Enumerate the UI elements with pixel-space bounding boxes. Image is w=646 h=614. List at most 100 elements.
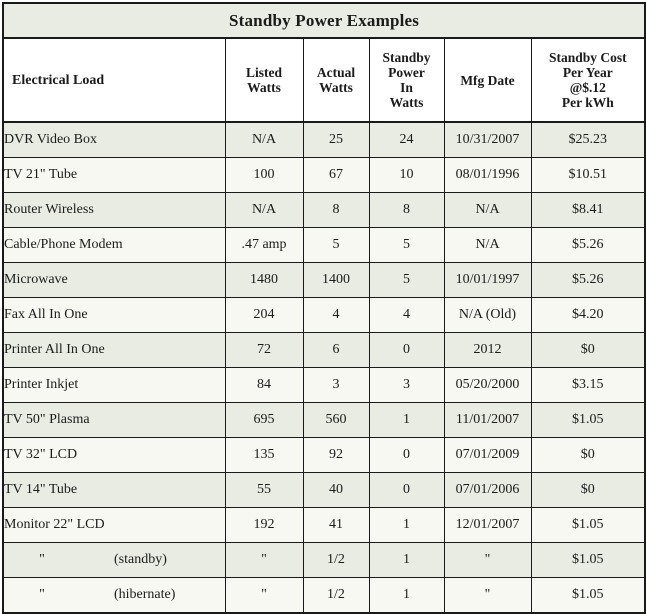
cell-mfg-date: ": [443, 577, 532, 614]
cell-mfg-date: 07/01/2009: [443, 437, 532, 473]
column-header-line: Standby Cost: [548, 50, 627, 65]
table-row: Printer Inkjet 84 3 3 05/20/2000 $3.15: [2, 367, 646, 403]
table-row: Router Wireless N/A 8 8 N/A $8.41: [2, 192, 646, 228]
column-header-label: Mfg Date: [445, 73, 531, 88]
cell-standby-cost: $1.05: [530, 507, 646, 543]
cell-electrical-load: TV 32" LCD: [2, 437, 226, 473]
cell-listed-watts: 55: [224, 472, 304, 508]
column-header-label: Actual Watts: [304, 65, 369, 95]
cell-mfg-date: 05/20/2000: [443, 367, 532, 403]
cell-mfg-date: N/A (Old): [443, 297, 532, 333]
cell-listed-watts: 695: [224, 402, 304, 438]
table-row: " (standby) " 1/2 1 " $1.05: [2, 542, 646, 578]
cell-listed-watts: ": [224, 542, 304, 578]
table-row: Printer All In One 72 6 0 2012 $0: [2, 332, 646, 368]
cell-standby-cost: $1.05: [530, 542, 646, 578]
cell-standby-power: 3: [368, 367, 445, 403]
cell-actual-watts: 6: [302, 332, 370, 368]
column-header-actual: Actual Watts: [302, 37, 370, 123]
column-header-listed: Listed Watts: [224, 37, 304, 123]
cell-actual-watts: 560: [302, 402, 370, 438]
column-header-line: Per kWh: [561, 95, 614, 110]
cell-listed-watts: ": [224, 577, 304, 614]
cell-standby-cost: $0: [530, 332, 646, 368]
cell-standby-cost: $5.26: [530, 227, 646, 263]
cell-listed-watts: .47 amp: [224, 227, 304, 263]
column-header-line: In: [400, 80, 413, 95]
load-note: (hibernate): [114, 587, 176, 602]
cell-mfg-date: 12/01/2007: [443, 507, 532, 543]
table-row: Cable/Phone Modem .47 amp 5 5 N/A $5.26: [2, 227, 646, 263]
cell-mfg-date: 07/01/2006: [443, 472, 532, 508]
cell-standby-power: 1: [368, 542, 445, 578]
cell-electrical-load: DVR Video Box: [2, 121, 226, 158]
table-title: Standby Power Examples: [2, 2, 646, 39]
column-header-line: Mfg Date: [460, 72, 515, 88]
cell-electrical-load: " (standby): [2, 542, 226, 578]
cell-standby-power: 0: [368, 437, 445, 473]
cell-listed-watts: 135: [224, 437, 304, 473]
cell-electrical-load: TV 14" Tube: [2, 472, 226, 508]
table-body: Standby Power Examples Electrical Load Lis…: [2, 2, 646, 614]
table-row: Monitor 22" LCD 192 41 1 12/01/2007 $1.05: [2, 507, 646, 543]
cell-electrical-load: Printer Inkjet: [2, 367, 226, 403]
table-header-row: Electrical Load Listed Watts Actual Watts Sta…: [2, 37, 646, 123]
column-header-label: Listed Watts: [226, 65, 303, 95]
cell-mfg-date: N/A: [443, 192, 532, 228]
cell-electrical-load: Printer All In One: [2, 332, 226, 368]
ditto-mark: ": [39, 552, 45, 567]
cell-standby-power: 24: [368, 121, 445, 158]
cell-standby-power: 1: [368, 507, 445, 543]
cell-listed-watts: 100: [224, 157, 304, 193]
cell-electrical-load: Fax All In One: [2, 297, 226, 333]
cell-standby-cost: $0: [530, 437, 646, 473]
cell-electrical-load: " (hibernate): [2, 577, 226, 614]
cell-electrical-load: Monitor 22" LCD: [2, 507, 226, 543]
cell-standby-power: 1: [368, 577, 445, 614]
cell-actual-watts: 5: [302, 227, 370, 263]
table-row: Fax All In One 204 4 4 N/A (Old) $4.20: [2, 297, 646, 333]
cell-standby-cost: $3.15: [530, 367, 646, 403]
column-header-line: Watts: [389, 95, 424, 110]
cell-listed-watts: 84: [224, 367, 304, 403]
cell-actual-watts: 41: [302, 507, 370, 543]
cell-actual-watts: 1/2: [302, 542, 370, 578]
cell-listed-watts: 192: [224, 507, 304, 543]
cell-standby-power: 10: [368, 157, 445, 193]
cell-mfg-date: 2012: [443, 332, 532, 368]
cell-actual-watts: 4: [302, 297, 370, 333]
cell-actual-watts: 25: [302, 121, 370, 158]
table-row: TV 14" Tube 55 40 0 07/01/2006 $0: [2, 472, 646, 508]
table-row: TV 32" LCD 135 92 0 07/01/2009 $0: [2, 437, 646, 473]
cell-electrical-load: Cable/Phone Modem: [2, 227, 226, 263]
column-header-label: Electrical Load: [12, 73, 225, 88]
column-header-line: Standby: [382, 50, 431, 65]
cell-standby-power: 8: [368, 192, 445, 228]
column-header-label: Standby Cost Per Year @$.12 Per kWh: [532, 50, 645, 110]
table-row: TV 50" Plasma 695 560 1 11/01/2007 $1.05: [2, 402, 646, 438]
cell-standby-power: 0: [368, 472, 445, 508]
table-row: DVR Video Box N/A 25 24 10/31/2007 $25.23: [2, 121, 646, 158]
cell-listed-watts: N/A: [224, 192, 304, 228]
ditto-mark: ": [39, 587, 45, 602]
column-header-line: Per Year: [562, 65, 613, 80]
table-row: Microwave 1480 1400 5 10/01/1997 $5.26: [2, 262, 646, 298]
column-header-line: Actual: [316, 65, 356, 80]
column-header-label: Standby Power In Watts: [370, 50, 444, 110]
cell-standby-cost: $0: [530, 472, 646, 508]
cell-standby-power: 5: [368, 227, 445, 263]
cell-electrical-load: TV 50" Plasma: [2, 402, 226, 438]
cell-actual-watts: 40: [302, 472, 370, 508]
column-header-line: Watts: [247, 80, 281, 95]
cell-standby-power: 4: [368, 297, 445, 333]
column-header-standby: Standby Power In Watts: [368, 37, 445, 123]
column-header-cost: Standby Cost Per Year @$.12 Per kWh: [530, 37, 646, 123]
cell-standby-cost: $4.20: [530, 297, 646, 333]
cell-listed-watts: 1480: [224, 262, 304, 298]
cell-actual-watts: 8: [302, 192, 370, 228]
load-note: (standby): [114, 552, 167, 567]
cell-standby-cost: $25.23: [530, 121, 646, 158]
table-title-row: Standby Power Examples: [2, 2, 646, 39]
cell-standby-power: 1: [368, 402, 445, 438]
cell-listed-watts: 72: [224, 332, 304, 368]
